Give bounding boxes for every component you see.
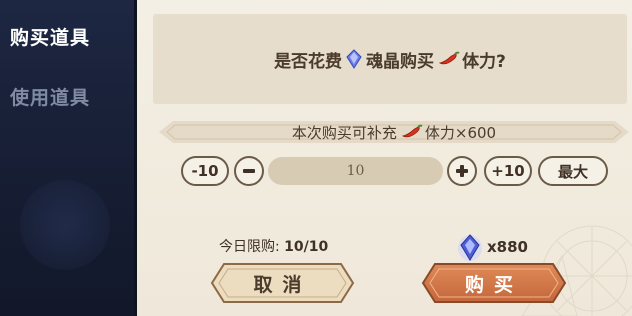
sidebar: 购买道具 使用道具 <box>0 0 134 316</box>
sidebar-item-use-items[interactable]: 使用道具 <box>0 79 134 113</box>
soul-crystal-icon <box>457 232 483 262</box>
sidebar-glow <box>20 180 110 270</box>
soul-crystal-icon <box>346 49 362 69</box>
plus-10-button[interactable]: +10 <box>484 156 532 186</box>
sidebar-item-label: 使用道具 <box>10 86 91 109</box>
confirm-question: 是否花费 魂晶购买 体力? <box>153 14 627 104</box>
question-text-middle: 魂晶购买 <box>366 51 435 72</box>
chili-pepper-icon <box>401 124 423 140</box>
plus-icon <box>456 165 468 177</box>
cost-value: x880 <box>487 238 528 256</box>
question-text-end: 体力? <box>462 51 506 72</box>
daily-limit-label: 今日限购: <box>219 239 280 255</box>
minus-icon <box>243 169 255 173</box>
question-text-start: 是否花费 <box>274 51 343 72</box>
daily-limit: 今日限购: 10/10 <box>219 236 328 256</box>
max-button[interactable]: 最大 <box>538 156 608 186</box>
minus-10-button[interactable]: -10 <box>181 156 229 186</box>
minus-10-label: -10 <box>191 162 219 180</box>
refill-text-suffix: 体力×600 <box>424 123 497 142</box>
sidebar-item-buy-items[interactable]: 购买道具 <box>0 19 134 53</box>
cancel-button[interactable]: 取消 <box>210 260 355 306</box>
decrement-button[interactable] <box>234 156 264 186</box>
buy-button[interactable]: 购买 <box>421 260 567 306</box>
purchase-dialog: 是否花费 魂晶购买 体力? 本次购买可补充 体力×600 -10 10 +10 … <box>137 0 632 316</box>
buy-label: 购买 <box>464 273 523 296</box>
cancel-label: 取消 <box>253 273 312 296</box>
refill-info-banner: 本次购买可补充 体力×600 <box>159 118 629 146</box>
plus-10-label: +10 <box>491 162 525 180</box>
increment-button[interactable] <box>447 156 477 186</box>
daily-limit-value: 10/10 <box>284 239 329 255</box>
max-label: 最大 <box>557 162 588 181</box>
chili-pepper-icon <box>438 51 460 67</box>
sidebar-item-label: 购买道具 <box>10 26 91 49</box>
purchase-cost: x880 <box>457 232 528 262</box>
quantity-field[interactable]: 10 <box>268 157 443 185</box>
quantity-value: 10 <box>346 163 365 179</box>
refill-text-prefix: 本次购买可补充 <box>291 123 397 142</box>
